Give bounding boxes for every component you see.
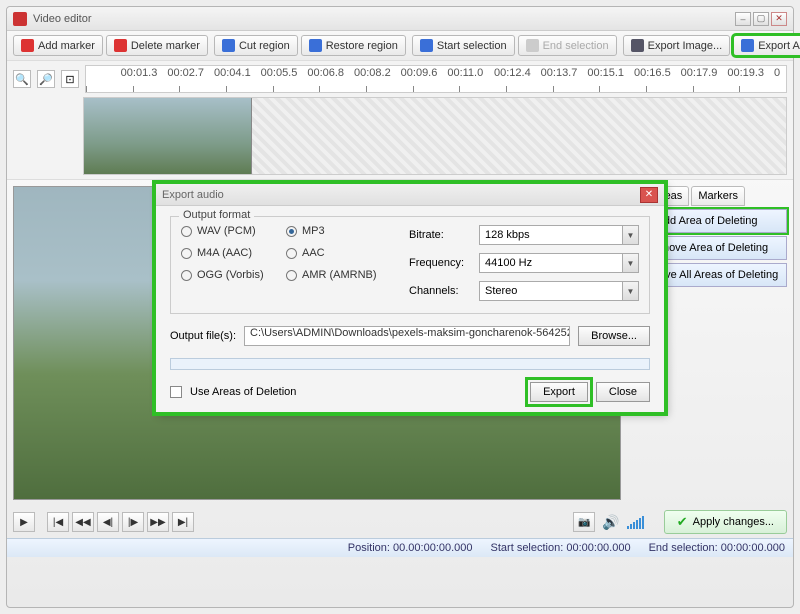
volume-slider[interactable]	[627, 515, 644, 529]
start-sel-icon	[420, 39, 433, 52]
maximize-button[interactable]: ▢	[753, 12, 769, 26]
dialog-titlebar: Export audio ✕	[156, 184, 664, 206]
play-button[interactable]: ▶	[13, 512, 35, 532]
end-sel-icon	[526, 39, 539, 52]
zoom-in-button[interactable]: 🔍	[13, 70, 31, 88]
bitrate-select[interactable]: 128 kbps▼	[479, 225, 639, 245]
close-button[interactable]: Close	[596, 382, 650, 402]
dialog-close-button[interactable]: ✕	[640, 187, 658, 203]
tab-markers[interactable]: Markers	[691, 186, 745, 206]
app-icon	[13, 12, 27, 26]
go-start-button[interactable]: |◀	[47, 512, 69, 532]
export-audio-dialog: Export audio ✕ Output format WAV (PCM) M…	[155, 183, 665, 413]
add-marker-button[interactable]: Add marker	[13, 35, 103, 56]
go-end-button[interactable]: ▶|	[172, 512, 194, 532]
output-file-field[interactable]: C:\Users\ADMIN\Downloads\pexels-maksim-g…	[244, 326, 570, 346]
chevron-down-icon: ▼	[622, 226, 638, 244]
step-fwd-button[interactable]: |▶	[122, 512, 144, 532]
marker-delete-icon	[114, 39, 127, 52]
format-m4a-radio[interactable]: M4A (AAC)	[181, 247, 286, 259]
cut-region-button[interactable]: Cut region	[214, 35, 298, 56]
channels-select[interactable]: Stereo▼	[479, 281, 639, 301]
minimize-button[interactable]: –	[735, 12, 751, 26]
check-icon: ✔	[677, 514, 688, 530]
snapshot-button[interactable]: 📷	[573, 512, 595, 532]
status-start-sel: Start selection: 00:00:00.000	[491, 542, 631, 554]
zoom-out-button[interactable]: 🔎	[37, 70, 55, 88]
image-export-icon	[631, 39, 644, 52]
clip-thumbnail[interactable]	[84, 98, 252, 174]
rewind-button[interactable]: ◀◀	[72, 512, 94, 532]
status-end-sel: End selection: 00:00:00.000	[649, 542, 785, 554]
output-format-group: Output format WAV (PCM) M4A (AAC) OGG (V…	[170, 216, 650, 314]
dialog-title: Export audio	[162, 189, 224, 201]
video-track[interactable]	[83, 97, 787, 175]
status-bar: Position: 00.00:00:00.000 Start selectio…	[7, 538, 793, 557]
channels-label: Channels:	[409, 285, 473, 297]
use-areas-checkbox[interactable]	[170, 386, 182, 398]
output-format-label: Output format	[179, 209, 254, 221]
delete-marker-button[interactable]: Delete marker	[106, 35, 208, 56]
speaker-icon[interactable]: 🔊	[602, 514, 619, 531]
playback-controls: ▶ |◀ ◀◀ ◀| |▶ ▶▶ ▶| 📷 🔊 ✔Apply changes..…	[7, 506, 793, 538]
output-file-label: Output file(s):	[170, 330, 236, 342]
time-ruler[interactable]: .000:01.300:02.700:04.100:05.500:06.800:…	[85, 65, 787, 93]
video-editor-window: Video editor – ▢ ✕ Add marker Delete mar…	[6, 6, 794, 608]
zoom-fit-button[interactable]: ⊡	[61, 70, 79, 88]
titlebar: Video editor – ▢ ✕	[7, 7, 793, 31]
chevron-down-icon: ▼	[622, 254, 638, 272]
end-selection-button: End selection	[518, 35, 617, 56]
frequency-select[interactable]: 44100 Hz▼	[479, 253, 639, 273]
browse-button[interactable]: Browse...	[578, 326, 650, 346]
format-amr-radio[interactable]: AMR (AMRNB)	[286, 269, 391, 281]
timeline-panel: 🔍 🔎 ⊡ .000:01.300:02.700:04.100:05.500:0…	[7, 61, 793, 180]
frequency-label: Frequency:	[409, 257, 473, 269]
chevron-down-icon: ▼	[622, 282, 638, 300]
window-title: Video editor	[33, 13, 92, 25]
use-areas-label: Use Areas of Deletion	[190, 386, 296, 398]
export-audio-button[interactable]: Export Audio...	[733, 35, 800, 56]
apply-changes-button[interactable]: ✔Apply changes...	[664, 510, 787, 534]
audio-export-icon	[741, 39, 754, 52]
format-mp3-radio[interactable]: MP3	[286, 225, 391, 237]
bitrate-label: Bitrate:	[409, 229, 473, 241]
restore-icon	[309, 39, 322, 52]
close-window-button[interactable]: ✕	[771, 12, 787, 26]
fast-fwd-button[interactable]: ▶▶	[147, 512, 169, 532]
restore-region-button[interactable]: Restore region	[301, 35, 406, 56]
format-ogg-radio[interactable]: OGG (Vorbis)	[181, 269, 286, 281]
marker-add-icon	[21, 39, 34, 52]
main-toolbar: Add marker Delete marker Cut region Rest…	[7, 31, 793, 61]
export-image-button[interactable]: Export Image...	[623, 35, 731, 56]
cut-icon	[222, 39, 235, 52]
format-aac-radio[interactable]: AAC	[286, 247, 391, 259]
format-wav-radio[interactable]: WAV (PCM)	[181, 225, 286, 237]
step-back-button[interactable]: ◀|	[97, 512, 119, 532]
status-position: Position: 00.00:00:00.000	[348, 542, 473, 554]
start-selection-button[interactable]: Start selection	[412, 35, 515, 56]
export-button[interactable]: Export	[530, 382, 588, 402]
export-progress	[170, 358, 650, 370]
